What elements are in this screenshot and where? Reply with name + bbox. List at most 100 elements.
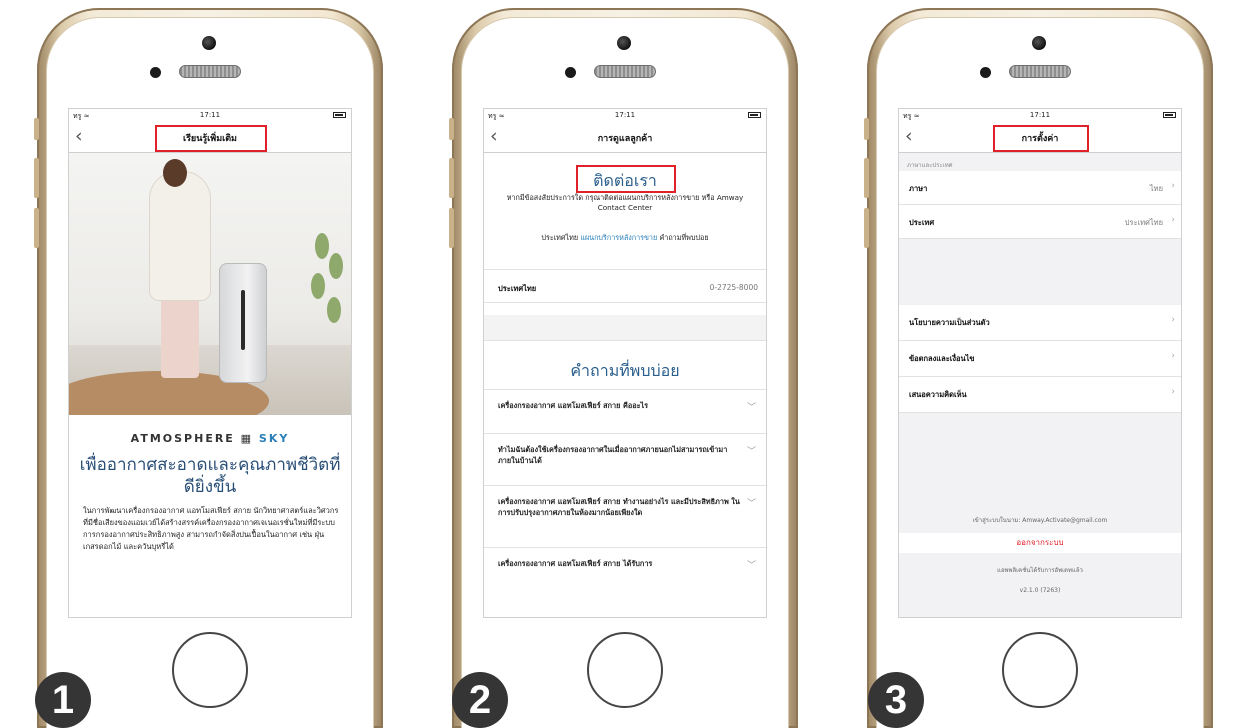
settings-row-terms[interactable]: ข้อตกลงและเงื่อนไข ›: [899, 341, 1181, 377]
section-header: ภาษาและประเทศ: [907, 162, 953, 169]
faq-question: เครื่องกรองอากาศ แอทโมสเฟียร์ สกาย คืออะ…: [498, 401, 649, 410]
mute-switch: [34, 118, 39, 140]
contact-links: ประเทศไทย แผนกบริการหลังการขาย คำถามที่พ…: [498, 233, 752, 243]
faq-item[interactable]: ทำไมฉันต้องใช้เครื่องกรองอากาศในเมื่ออาก…: [484, 433, 766, 485]
earpiece-speaker: [179, 65, 241, 78]
battery-icon: [333, 112, 346, 118]
version-label: v2.1.0 (7263): [1019, 587, 1061, 594]
home-button[interactable]: [1002, 632, 1078, 708]
brand-logo: ATMOSPHERE ▦ SKY: [69, 432, 351, 445]
settings-row-feedback[interactable]: เสนอความคิดเห็น ›: [899, 377, 1181, 413]
step-badge-1: 1: [35, 672, 91, 728]
contact-description: หากมีข้อสงสัยประการใด กรุณาติดต่อแผนกบริ…: [506, 193, 744, 212]
settings-row-privacy[interactable]: นโยบายความเป็นส่วนตัว ›: [899, 305, 1181, 341]
row-label: นโยบายความเป็นส่วนตัว: [909, 318, 990, 327]
chevron-down-icon: ﹀: [746, 447, 756, 457]
battery-icon: [1163, 112, 1176, 118]
nav-title: การดูแลลูกค้า: [597, 134, 653, 144]
country-text: ประเทศไทย: [541, 233, 579, 242]
volume-down-button: [34, 208, 39, 248]
settings-row-language[interactable]: ภาษา ไทย ›: [899, 171, 1181, 205]
brand-mark-icon: ▦: [240, 432, 259, 445]
volume-down-button: [449, 208, 454, 248]
phone-mockup-1: ทรู ≈ 17:11 ‹ เรียนรู้เพิ่มเติม ATMOSPHE…: [34, 8, 383, 728]
mute-switch: [864, 118, 869, 140]
clock: 17:11: [614, 111, 636, 119]
phone-number[interactable]: 0-2725-8000: [710, 283, 758, 292]
woman-head: [163, 159, 187, 187]
chevron-right-icon: ›: [1171, 315, 1175, 325]
brand-name: ATMOSPHERE: [130, 432, 235, 445]
section-divider: [484, 315, 766, 341]
front-camera: [1032, 36, 1046, 50]
home-button[interactable]: [587, 632, 663, 708]
customer-care-screen: ทรู ≈ 17:11 ‹ การดูแลลูกค้า ติดต่อเรา หา…: [483, 108, 767, 618]
plant-image: [309, 233, 349, 393]
learn-more-screen: ทรู ≈ 17:11 ‹ เรียนรู้เพิ่มเติม ATMOSPHE…: [68, 108, 352, 618]
faq-question: ทำไมฉันต้องใช้เครื่องกรองอากาศในเมื่ออาก…: [498, 445, 728, 465]
status-bar: ทรู ≈ 17:11: [484, 109, 766, 123]
faq-text: คำถามที่พบบ่อย: [659, 233, 709, 242]
signed-in-label: เข้าสู่ระบบในนาม: Amway.Activate@gmail.c…: [972, 517, 1108, 524]
phone-mockup-3: ทรู ≈ 17:11 ‹ การตั้งค่า ภาษาและประเทศ ภ…: [864, 8, 1213, 728]
volume-up-button: [864, 158, 869, 198]
faq-item[interactable]: เครื่องกรองอากาศ แอทโมสเฟียร์ สกาย ทำงาน…: [484, 485, 766, 547]
after-sales-link[interactable]: แผนกบริการหลังการขาย: [580, 233, 657, 242]
faq-question: เครื่องกรองอากาศ แอทโมสเฟียร์ สกาย ทำงาน…: [498, 497, 740, 517]
home-button[interactable]: [172, 632, 248, 708]
chevron-right-icon: ›: [1171, 351, 1175, 361]
woman-legs: [161, 298, 199, 378]
clock: 17:11: [199, 111, 221, 119]
promo-body: ในการพัฒนาเครื่องกรองอากาศ แอทโมสเฟียร์ …: [83, 506, 339, 551]
air-purifier-image: [219, 263, 267, 383]
earpiece-speaker: [1009, 65, 1071, 78]
earpiece-speaker: [594, 65, 656, 78]
faq-question: เครื่องกรองอากาศ แอทโมสเฟียร์ สกาย ได้รั…: [498, 559, 653, 568]
proximity-sensor: [565, 67, 576, 78]
settings-row-country[interactable]: ประเทศ ประเทศไทย ›: [899, 205, 1181, 239]
proximity-sensor: [150, 67, 161, 78]
faq-heading: คำถามที่พบบ่อย: [570, 361, 680, 380]
title-highlight-box: [155, 125, 267, 152]
mute-switch: [449, 118, 454, 140]
settings-screen: ทรู ≈ 17:11 ‹ การตั้งค่า ภาษาและประเทศ ภ…: [898, 108, 1182, 618]
row-label: ข้อตกลงและเงื่อนไข: [909, 354, 975, 363]
volume-down-button: [864, 208, 869, 248]
proximity-sensor: [980, 67, 991, 78]
logout-button[interactable]: ออกจากระบบ: [899, 533, 1181, 553]
contact-highlight-box: [576, 165, 676, 193]
volume-up-button: [449, 158, 454, 198]
promo-headline: เพื่ออากาศสะอาดและคุณภาพชีวิตที่ดียิ่งขึ…: [79, 455, 341, 497]
tutorial-stage: ทรู ≈ 17:11 ‹ เรียนรู้เพิ่มเติม ATMOSPHE…: [0, 0, 1238, 728]
front-camera: [202, 36, 216, 50]
chevron-down-icon: ﹀: [746, 561, 756, 571]
step-badge-2: 2: [452, 672, 508, 728]
faq-item[interactable]: เครื่องกรองอากาศ แอทโมสเฟียร์ สกาย ได้รั…: [484, 547, 766, 617]
chevron-right-icon: ›: [1171, 181, 1175, 191]
chevron-down-icon: ﹀: [746, 499, 756, 509]
front-camera: [617, 36, 631, 50]
row-label: ประเทศ: [909, 218, 935, 227]
phone-country-label: ประเทศไทย: [498, 284, 537, 293]
row-label: เสนอความคิดเห็น: [909, 390, 967, 399]
step-badge-3: 3: [868, 672, 924, 728]
chevron-right-icon: ›: [1171, 387, 1175, 397]
status-bar: ทรู ≈ 17:11: [899, 109, 1181, 123]
faq-item[interactable]: เครื่องกรองอากาศ แอทโมสเฟียร์ สกาย คืออะ…: [484, 389, 766, 433]
nav-bar: ‹ การดูแลลูกค้า: [484, 123, 766, 153]
chevron-right-icon: ›: [1171, 215, 1175, 225]
row-label: ภาษา: [909, 184, 928, 193]
update-note: แอพพลิเคชั่นได้รับการอัพเดทแล้ว: [997, 567, 1083, 574]
brand-sky: SKY: [258, 432, 290, 445]
row-value: ประเทศไทย: [1124, 218, 1163, 227]
chevron-down-icon: ﹀: [746, 403, 756, 413]
woman-figure: [149, 171, 211, 301]
battery-icon: [748, 112, 761, 118]
status-bar: ทรู ≈ 17:11: [69, 109, 351, 123]
clock: 17:11: [1029, 111, 1051, 119]
hero-photo: [69, 153, 351, 415]
phone-mockup-2: ทรู ≈ 17:11 ‹ การดูแลลูกค้า ติดต่อเรา หา…: [449, 8, 798, 728]
title-highlight-box: [993, 125, 1089, 152]
volume-up-button: [34, 158, 39, 198]
phone-number-row[interactable]: ประเทศไทย 0-2725-8000: [484, 269, 766, 303]
